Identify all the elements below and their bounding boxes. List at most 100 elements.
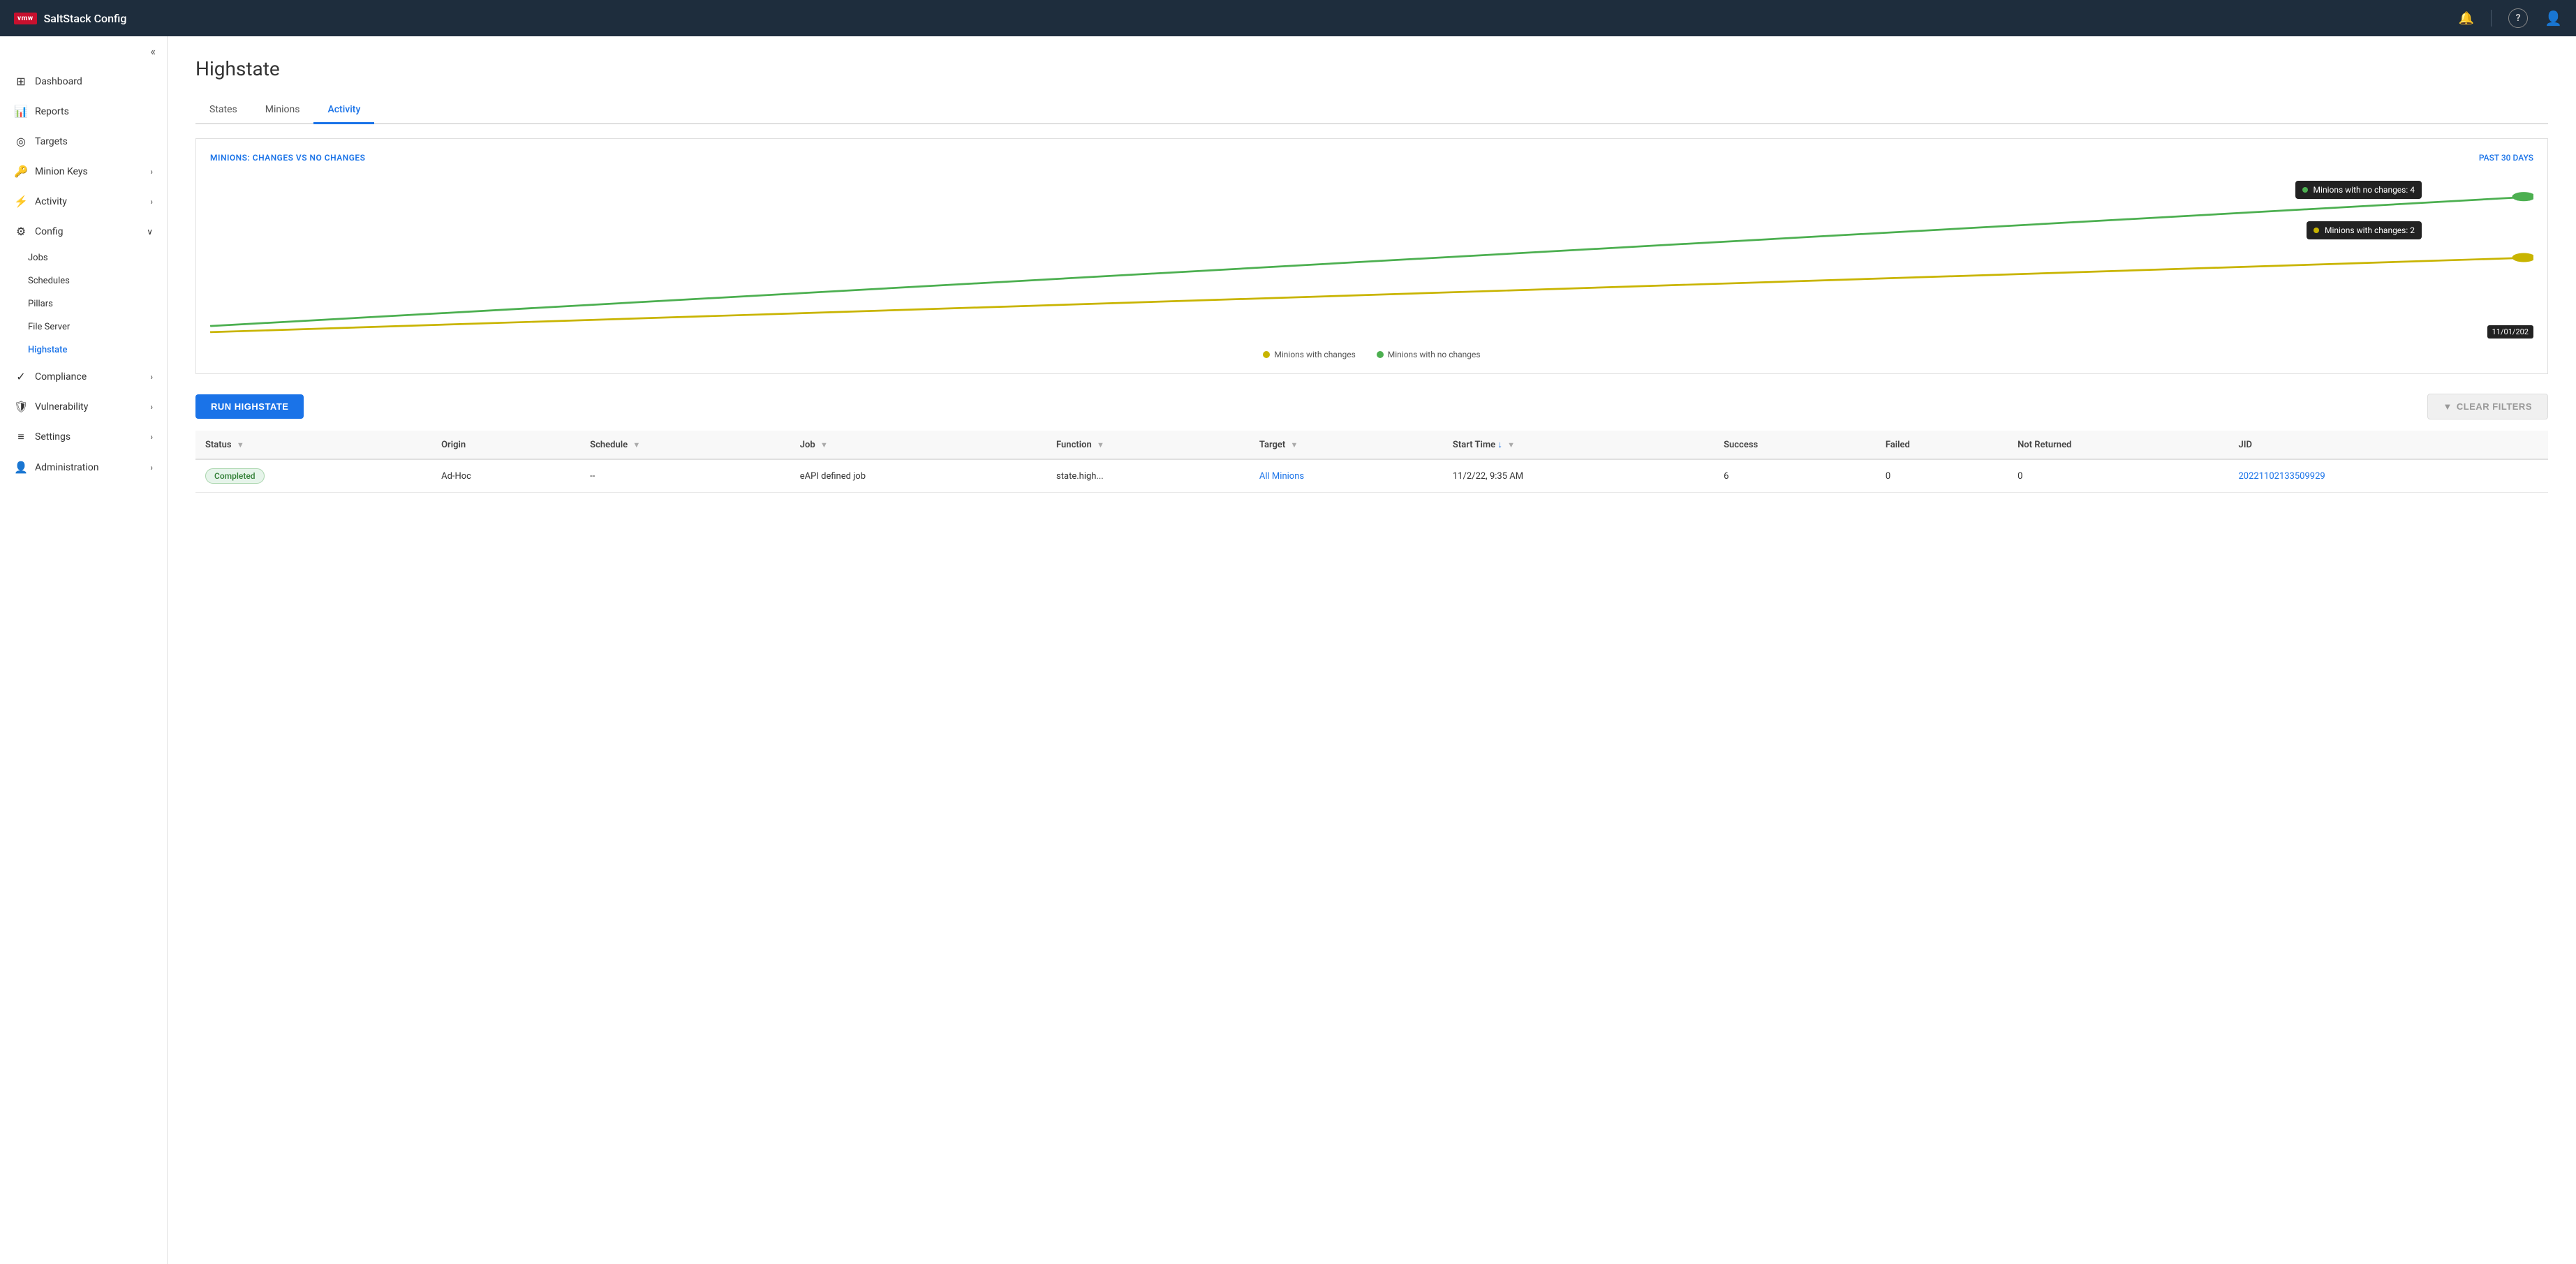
col-label-function: Function [1056, 440, 1092, 450]
col-header-function: Function ▼ [1046, 431, 1250, 459]
filter-icon-job[interactable]: ▼ [820, 440, 828, 449]
chart-header: MINIONS: CHANGES VS NO CHANGES PAST 30 D… [210, 153, 2533, 163]
chart-area: Minions with no changes: 4 Minions with … [210, 174, 2533, 341]
clear-filters-label: CLEAR FILTERS [2457, 401, 2532, 412]
help-icon[interactable]: ? [2508, 8, 2528, 28]
compliance-icon: ✓ [14, 370, 28, 383]
sidebar-item-label: Activity [35, 196, 67, 207]
col-header-schedule: Schedule ▼ [580, 431, 790, 459]
user-icon[interactable]: 👤 [2545, 10, 2562, 27]
col-label-target: Target [1259, 440, 1285, 450]
highstate-label: Highstate [28, 345, 67, 355]
filter-icon: ▼ [2443, 401, 2452, 412]
sidebar-item-label: Settings [35, 431, 71, 443]
col-label-job: Job [800, 440, 815, 450]
filter-icon-status[interactable]: ▼ [237, 440, 244, 449]
sidebar-item-jobs[interactable]: Jobs [28, 246, 167, 269]
sidebar-item-compliance[interactable]: ✓ Compliance › [0, 362, 167, 392]
chart-period: PAST 30 DAYS [2479, 153, 2533, 163]
sidebar-item-vulnerability[interactable]: 🛡 Vulnerability › [0, 392, 167, 422]
table-body: Completed Ad-Hoc -- eAPI defined job sta… [195, 459, 2548, 493]
cell-start-time: 11/2/22, 9:35 AM [1443, 459, 1714, 493]
filter-icon-target[interactable]: ▼ [1291, 440, 1298, 449]
table-header: Status ▼ Origin Schedule ▼ Job ▼ [195, 431, 2548, 459]
topnav-icons: 🔔 ? 👤 [2459, 8, 2562, 28]
filter-icon-start-time[interactable]: ▼ [1507, 440, 1515, 449]
sidebar-item-settings[interactable]: ≡ Settings › [0, 422, 167, 452]
col-label-origin: Origin [441, 440, 466, 450]
vmw-logo: vmw [14, 13, 37, 24]
data-table: Status ▼ Origin Schedule ▼ Job ▼ [195, 431, 2548, 493]
col-header-status: Status ▼ [195, 431, 431, 459]
col-header-failed: Failed [1876, 431, 2008, 459]
cell-success: 6 [1714, 459, 1876, 493]
action-bar: RUN HIGHSTATE ▼ CLEAR FILTERS [195, 394, 2548, 419]
sidebar-item-dashboard[interactable]: ⊞ Dashboard [0, 66, 167, 96]
tab-states[interactable]: States [195, 97, 251, 124]
status-badge: Completed [205, 468, 265, 484]
sidebar-item-administration[interactable]: 👤 Administration › [0, 452, 167, 482]
sidebar-item-minion-keys[interactable]: 🔑 Minion Keys › [0, 156, 167, 186]
legend-dot-changes [1263, 351, 1270, 358]
col-label-status: Status [205, 440, 232, 450]
sort-icon-start-time[interactable]: ↓ [1497, 440, 1502, 450]
col-label-start-time: Start Time [1453, 440, 1495, 450]
legend-label-no-changes: Minions with no changes [1388, 350, 1481, 359]
chart-legend: Minions with changes Minions with no cha… [210, 350, 2533, 359]
sidebar-item-targets[interactable]: ◎ Targets [0, 126, 167, 156]
sidebar-item-schedules[interactable]: Schedules [28, 269, 167, 292]
pillars-label: Pillars [28, 299, 53, 309]
filter-icon-schedule[interactable]: ▼ [632, 440, 640, 449]
col-header-target: Target ▼ [1250, 431, 1443, 459]
tab-activity[interactable]: Activity [313, 97, 374, 124]
run-highstate-button[interactable]: RUN HIGHSTATE [195, 394, 304, 419]
administration-icon: 👤 [14, 461, 28, 474]
col-label-success: Success [1724, 440, 1758, 450]
app-title: SaltStack Config [44, 12, 127, 25]
sidebar-item-label: Dashboard [35, 76, 82, 87]
sidebar-item-highstate[interactable]: Highstate [28, 339, 167, 362]
sidebar-item-pillars[interactable]: Pillars [28, 292, 167, 315]
jobs-label: Jobs [28, 253, 48, 263]
sidebar: « ⊞ Dashboard 📊 Reports ◎ Targets 🔑 Mini… [0, 36, 168, 1264]
config-submenu: Jobs Schedules Pillars File Server Highs… [0, 246, 167, 362]
schedules-label: Schedules [28, 276, 70, 286]
chevron-right-icon: › [150, 372, 153, 382]
sidebar-item-activity[interactable]: ⚡ Activity › [0, 186, 167, 216]
sidebar-item-label: Config [35, 226, 63, 237]
collapse-icon: « [150, 45, 156, 58]
col-header-success: Success [1714, 431, 1876, 459]
legend-label-changes: Minions with changes [1274, 350, 1355, 359]
clear-filters-button[interactable]: ▼ CLEAR FILTERS [2427, 394, 2548, 419]
chevron-right-icon: › [150, 463, 153, 473]
nav-divider [2491, 10, 2492, 27]
sidebar-item-reports[interactable]: 📊 Reports [0, 96, 167, 126]
chevron-right-icon: › [150, 167, 153, 177]
chart-title: MINIONS: CHANGES VS NO CHANGES [210, 153, 366, 163]
tab-minions[interactable]: Minions [251, 97, 314, 124]
jid-link[interactable]: 20221102133509929 [2239, 471, 2325, 482]
chart-section: MINIONS: CHANGES VS NO CHANGES PAST 30 D… [195, 138, 2548, 374]
chevron-right-icon: › [150, 402, 153, 412]
filter-icon-function[interactable]: ▼ [1097, 440, 1104, 449]
cell-target[interactable]: All Minions [1250, 459, 1443, 493]
settings-icon: ≡ [14, 430, 28, 444]
targets-icon: ◎ [14, 135, 28, 148]
target-link[interactable]: All Minions [1259, 471, 1304, 482]
minion-keys-icon: 🔑 [14, 165, 28, 178]
cell-jid[interactable]: 20221102133509929 [2229, 459, 2549, 493]
table-row: Completed Ad-Hoc -- eAPI defined job sta… [195, 459, 2548, 493]
bell-icon[interactable]: 🔔 [2459, 11, 2474, 26]
chart-svg [210, 174, 2533, 341]
sidebar-collapse-button[interactable]: « [0, 36, 167, 66]
sidebar-item-file-server[interactable]: File Server [28, 315, 167, 339]
cell-schedule: -- [580, 459, 790, 493]
cell-function: state.high... [1046, 459, 1250, 493]
sidebar-item-label: Compliance [35, 371, 87, 382]
sidebar-item-config[interactable]: ⚙ Config ∨ [0, 216, 167, 246]
sidebar-item-label: Vulnerability [35, 401, 88, 412]
activity-icon: ⚡ [14, 195, 28, 208]
config-icon: ⚙ [14, 225, 28, 238]
sidebar-item-label: Reports [35, 106, 69, 117]
chevron-right-icon: › [150, 432, 153, 442]
